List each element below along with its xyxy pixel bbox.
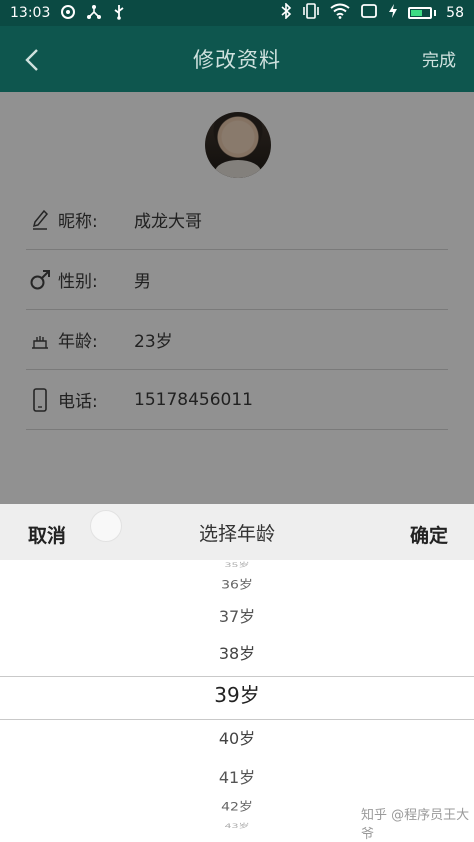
picker-item[interactable]: 41岁 (0, 764, 474, 788)
vibrate-icon (302, 3, 320, 23)
chevron-left-icon (25, 49, 38, 71)
battery-fill (411, 10, 422, 16)
status-bar: 13:03 58 (0, 0, 474, 26)
picker-header: 取消 选择年龄 确定 (0, 504, 474, 560)
confirm-button[interactable]: 确定 (410, 521, 448, 548)
bluetooth-icon (280, 2, 292, 23)
wifi-icon (330, 3, 350, 23)
sync-icon (60, 4, 76, 23)
battery-indicator (408, 7, 437, 19)
age-picker-wheel[interactable]: 35岁 36岁 37岁 38岁 39岁 40岁 41岁 42岁 43岁 (0, 560, 474, 834)
cancel-button[interactable]: 取消 (28, 521, 66, 548)
touch-indicator (90, 510, 122, 542)
charging-icon (388, 3, 398, 23)
picker-item[interactable]: 38岁 (0, 640, 474, 664)
status-time: 13:03 (10, 5, 51, 21)
watermark: 知乎 @程序员王大爷 (361, 808, 470, 842)
app-bar: 修改资料 完成 (0, 26, 474, 92)
battery-icon (408, 7, 433, 19)
picker-item[interactable]: 37岁 (0, 603, 474, 627)
picker-item[interactable]: 36岁 (0, 576, 474, 593)
modal-overlay[interactable] (0, 92, 474, 504)
picker-item-selected[interactable]: 39岁 (0, 679, 474, 708)
selection-line-top (0, 676, 474, 677)
usb-icon (112, 4, 126, 23)
share-icon (86, 4, 102, 23)
status-right: 58 (280, 2, 464, 23)
status-left: 13:03 (10, 4, 126, 23)
selection-line-bottom (0, 719, 474, 720)
battery-level: 58 (446, 5, 464, 21)
picker-item[interactable]: 40岁 (0, 725, 474, 749)
page-title: 修改资料 (193, 48, 281, 72)
done-button[interactable]: 完成 (422, 46, 456, 71)
picker-item[interactable]: 35岁 (0, 561, 474, 570)
picker-title: 选择年龄 (198, 522, 275, 545)
battery-tip (434, 10, 437, 16)
back-button[interactable] (14, 42, 50, 78)
no-sim-icon (360, 3, 378, 23)
